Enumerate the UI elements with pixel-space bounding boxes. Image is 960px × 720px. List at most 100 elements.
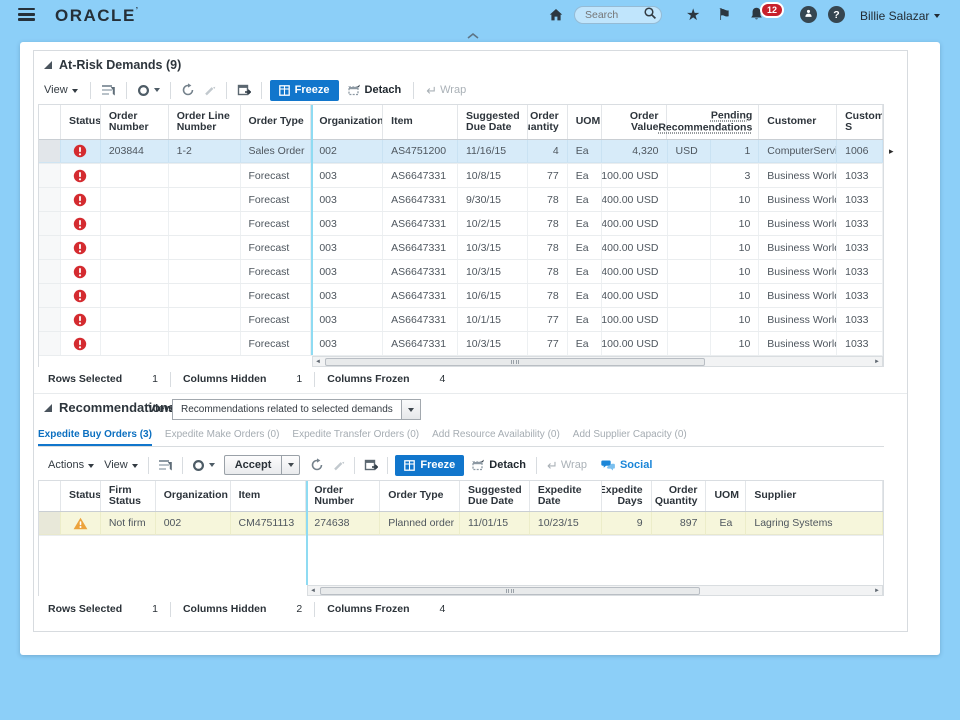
cell: 23,400.00 USD xyxy=(602,284,668,307)
column-header-order-quantity[interactable]: Order Quantity xyxy=(528,105,568,139)
column-header-organization[interactable]: Organization xyxy=(311,105,383,139)
column-header-order-quantity[interactable]: Order Quantity xyxy=(652,481,707,511)
cell: 1033 xyxy=(837,308,883,331)
collapse-triangle-icon[interactable] xyxy=(44,404,52,412)
tab-expedite-buy-orders[interactable]: Expedite Buy Orders (3) xyxy=(38,429,152,447)
scroll-left-icon[interactable]: ◄ xyxy=(308,588,318,594)
table-row[interactable]: Forecast003AS664733110/3/1577Ea23,100.00… xyxy=(39,332,883,356)
cell: 23,100.00 USD xyxy=(602,332,668,355)
cell: Ea xyxy=(568,164,602,187)
recommendations-view-dropdown[interactable]: Recommendations related to selected dema… xyxy=(172,399,421,420)
scroll-right-icon[interactable]: ► xyxy=(872,359,882,365)
table-row[interactable]: Forecast003AS664733110/6/1578Ea23,400.00… xyxy=(39,284,883,308)
cell xyxy=(101,332,169,355)
table-row[interactable]: Forecast003AS66473319/30/1578Ea23,400.00… xyxy=(39,188,883,212)
cell: 10 xyxy=(711,260,759,283)
refresh-icon[interactable] xyxy=(310,458,324,472)
column-header-uom[interactable]: UOM xyxy=(568,105,602,139)
detach-button[interactable]: Detach xyxy=(347,84,402,96)
table-row[interactable]: Forecast003AS664733110/3/1578Ea23,400.00… xyxy=(39,260,883,284)
freeze-button[interactable]: Freeze xyxy=(395,455,464,476)
accept-button[interactable]: Accept xyxy=(224,455,301,475)
go-to-caret-icon[interactable] xyxy=(154,88,160,92)
column-header-customer[interactable]: Customer xyxy=(759,105,837,139)
accept-caret-icon[interactable] xyxy=(282,455,300,475)
view-menu[interactable]: View xyxy=(104,459,138,471)
column-header-organization[interactable]: Organization xyxy=(156,481,231,511)
view-menu[interactable]: View xyxy=(44,84,78,96)
collapse-triangle-icon[interactable] xyxy=(44,61,52,69)
refresh-icon[interactable] xyxy=(181,83,195,97)
table-row[interactable]: Forecast003AS664733110/8/1577Ea23,100.00… xyxy=(39,164,883,188)
column-header-order-number[interactable]: Order Number xyxy=(101,105,169,139)
column-header-status[interactable]: Status xyxy=(61,481,101,511)
column-header-order-number[interactable]: Order Number xyxy=(306,481,380,511)
column-header-status[interactable]: Status xyxy=(61,105,101,139)
accessibility-icon[interactable] xyxy=(800,6,817,23)
social-link[interactable]: Social xyxy=(601,459,652,472)
home-icon[interactable] xyxy=(548,7,564,28)
column-header-item[interactable]: Item xyxy=(231,481,307,511)
column-header-order-line-number[interactable]: Order Line Number xyxy=(169,105,241,139)
column-header-supplier[interactable]: Supplier xyxy=(746,481,883,511)
column-header-firm-status[interactable]: Firm Status xyxy=(101,481,156,511)
column-header-expedite-days[interactable]: Expedite Days xyxy=(602,481,652,511)
query-by-example-icon[interactable] xyxy=(101,83,116,97)
search-icon[interactable] xyxy=(643,6,657,25)
freeze-button[interactable]: Freeze xyxy=(270,80,339,101)
help-icon[interactable]: ? xyxy=(828,6,845,23)
cell: 003 xyxy=(311,188,383,211)
column-header-order-type[interactable]: Order Type xyxy=(241,105,312,139)
go-to-icon[interactable] xyxy=(137,84,150,97)
cell: Ea xyxy=(568,284,602,307)
column-header-item[interactable]: Item xyxy=(383,105,458,139)
table-row[interactable]: Forecast003AS664733110/2/1578Ea23,400.00… xyxy=(39,212,883,236)
table-row[interactable]: 2038441-2Sales Order002AS475120011/16/15… xyxy=(39,140,883,164)
scroll-right-icon[interactable]: ► xyxy=(872,588,882,594)
recommendations-h-scrollbar[interactable]: ◄ ► xyxy=(307,585,883,596)
status-cell xyxy=(61,164,101,187)
detach-button[interactable]: Detach xyxy=(471,459,526,471)
cell xyxy=(169,212,241,235)
tab-expedite-transfer-orders[interactable]: Expedite Transfer Orders (0) xyxy=(292,429,419,447)
column-header-expedite-date[interactable]: Expedite Date xyxy=(530,481,602,511)
row-handle xyxy=(39,308,61,331)
view-dropdown-label: View xyxy=(148,403,173,415)
cell: 10 xyxy=(711,212,759,235)
scroll-left-icon[interactable]: ◄ xyxy=(313,359,323,365)
wrap-button: ↵Wrap xyxy=(426,84,466,96)
tab-expedite-make-orders[interactable]: Expedite Make Orders (0) xyxy=(165,429,280,447)
h-scrollbar-thumb[interactable] xyxy=(320,587,700,595)
h-scrollbar-thumb[interactable] xyxy=(325,358,705,366)
cell: Ea xyxy=(706,512,746,535)
favorites-star-icon[interactable]: ★ xyxy=(686,5,700,25)
go-to-caret-icon[interactable] xyxy=(209,463,215,467)
watchlist-flag-icon[interactable]: ⚑ xyxy=(717,5,731,25)
tab-add-resource-availability[interactable]: Add Resource Availability (0) xyxy=(432,429,560,447)
actions-menu[interactable]: Actions xyxy=(48,459,94,471)
export-icon[interactable] xyxy=(364,459,378,472)
demands-h-scrollbar[interactable]: ◄ ► xyxy=(312,356,883,367)
column-header-suggested-due-date[interactable]: Suggested Due Date xyxy=(460,481,530,511)
column-header-uom[interactable]: UOM xyxy=(706,481,746,511)
column-header-order-type[interactable]: Order Type xyxy=(380,481,460,511)
search-input[interactable] xyxy=(585,9,643,21)
column-header-pending-recommendations[interactable]: Pending Recommendations xyxy=(711,105,759,139)
detach-icon xyxy=(347,84,361,96)
go-to-icon[interactable] xyxy=(192,459,205,472)
table-row[interactable]: Forecast003AS664733110/1/1577Ea23,100.00… xyxy=(39,308,883,332)
tab-add-supplier-capacity[interactable]: Add Supplier Capacity (0) xyxy=(573,429,687,447)
hamburger-menu-icon[interactable] xyxy=(18,8,35,21)
at-risk-demands-title[interactable]: At-Risk Demands (9) xyxy=(44,58,181,72)
export-icon[interactable] xyxy=(237,84,251,97)
column-header-customer-site[interactable]: Customer S xyxy=(837,105,883,139)
query-by-example-icon[interactable] xyxy=(158,458,173,472)
column-header-suggested-due-date[interactable]: Suggested Due Date xyxy=(458,105,528,139)
table-row[interactable]: Not firm002CM4751113274638Planned order1… xyxy=(39,512,883,536)
cell: 23,100.00 USD xyxy=(602,308,668,331)
notifications-bell[interactable]: 12 xyxy=(748,6,788,26)
table-row[interactable]: Forecast003AS664733110/3/1578Ea23,400.00… xyxy=(39,236,883,260)
user-menu[interactable]: Billie Salazar xyxy=(860,9,940,23)
search-box[interactable] xyxy=(574,6,662,24)
social-bubbles-icon xyxy=(601,459,616,472)
